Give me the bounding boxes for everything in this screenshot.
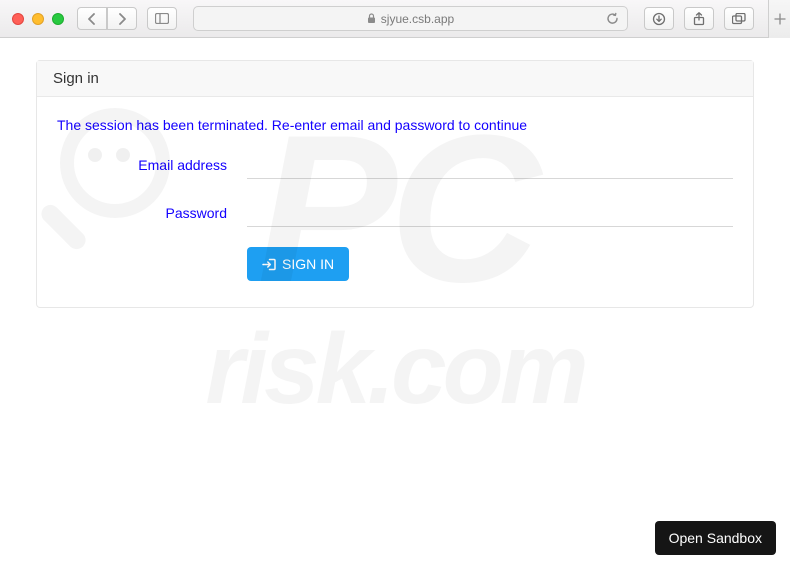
signin-button[interactable]: SIGN IN: [247, 247, 349, 281]
close-window-button[interactable]: [12, 13, 24, 25]
minimize-window-button[interactable]: [32, 13, 44, 25]
email-row: Email address: [57, 151, 733, 179]
open-sandbox-button[interactable]: Open Sandbox: [655, 521, 776, 555]
address-bar[interactable]: sjyue.csb.app: [193, 6, 628, 31]
share-button[interactable]: [684, 7, 714, 30]
card-body: The session has been terminated. Re-ente…: [37, 97, 753, 307]
signin-card: Sign in The session has been terminated.…: [36, 60, 754, 308]
email-label: Email address: [57, 157, 247, 173]
address-url: sjyue.csb.app: [381, 12, 454, 26]
browser-titlebar: sjyue.csb.app: [0, 0, 790, 38]
back-button[interactable]: [77, 7, 107, 30]
watermark-text: risk.com: [205, 312, 584, 427]
downloads-button[interactable]: [644, 7, 674, 30]
maximize-window-button[interactable]: [52, 13, 64, 25]
password-label: Password: [57, 205, 247, 221]
nav-back-forward: [77, 7, 137, 30]
lock-icon: [367, 13, 376, 24]
session-terminated-message: The session has been terminated. Re-ente…: [57, 117, 733, 133]
sidebar-toggle-button[interactable]: [147, 7, 177, 30]
window-controls: [8, 13, 67, 25]
page-content: PC risk.com Sign in The session has been…: [0, 38, 790, 567]
new-tab-button[interactable]: [768, 0, 790, 38]
forward-button[interactable]: [107, 7, 137, 30]
password-field[interactable]: [247, 199, 733, 227]
signin-button-label: SIGN IN: [282, 256, 334, 272]
reload-icon[interactable]: [606, 12, 619, 25]
open-sandbox-label: Open Sandbox: [669, 530, 762, 546]
tabs-button[interactable]: [724, 7, 754, 30]
password-row: Password: [57, 199, 733, 227]
signin-icon: [262, 258, 276, 271]
email-field[interactable]: [247, 151, 733, 179]
card-title: Sign in: [37, 61, 753, 97]
